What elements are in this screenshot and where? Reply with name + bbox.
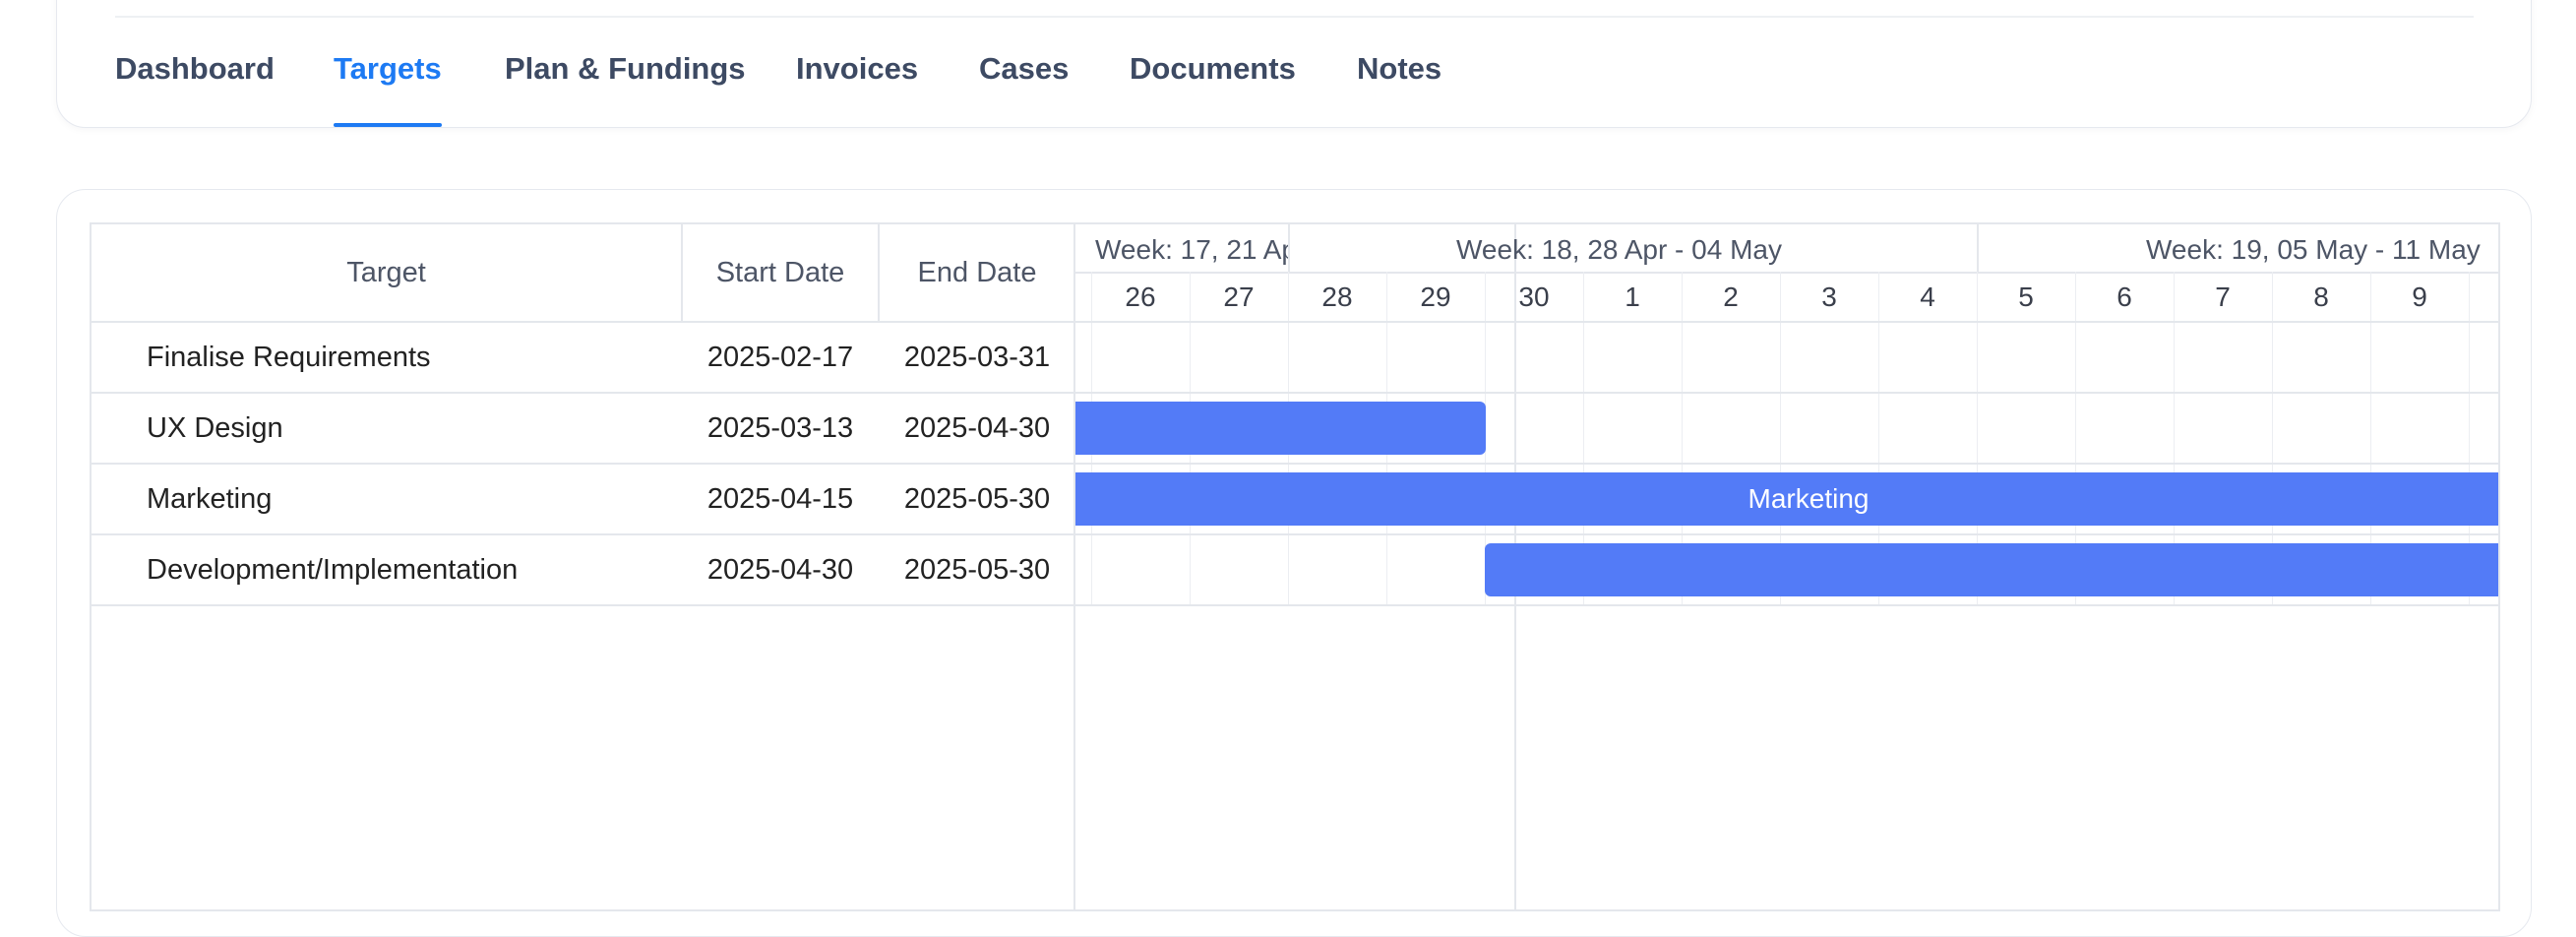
gantt-bar-development[interactable] xyxy=(1485,543,2498,596)
day-label: 9 xyxy=(2412,281,2427,312)
week-divider xyxy=(1288,224,1290,272)
day-label: 26 xyxy=(1125,281,1156,312)
row-start-date: 2025-02-17 xyxy=(706,341,854,373)
day-label: 7 xyxy=(2215,281,2231,312)
day-label: 29 xyxy=(1420,281,1451,312)
timeline-row-divider xyxy=(1075,392,2498,394)
week-label: Week: 18, 28 Apr - 04 May xyxy=(1456,234,1782,265)
timeline-row-divider xyxy=(1075,533,2498,535)
timeline-row-divider xyxy=(1075,604,2498,606)
day-label: 2 xyxy=(1723,281,1739,312)
day-label: 6 xyxy=(2116,281,2132,312)
active-tab-indicator xyxy=(334,123,442,127)
timeline-row-divider xyxy=(1075,321,2498,323)
day-label: 8 xyxy=(2313,281,2329,312)
day-label: 3 xyxy=(1821,281,1837,312)
day-label: 5 xyxy=(2018,281,2034,312)
day-label: 30 xyxy=(1518,281,1550,312)
week-label: Week: 19, 05 May - 11 May xyxy=(2146,234,2481,265)
row-start-date: 2025-04-30 xyxy=(706,553,854,586)
tab-cases[interactable]: Cases xyxy=(979,51,1069,87)
day-label: 28 xyxy=(1321,281,1353,312)
row-end-date: 2025-05-30 xyxy=(903,482,1051,515)
gantt-bar-marketing[interactable]: Marketing xyxy=(1075,472,2498,526)
row-target-name[interactable]: Development/Implementation xyxy=(147,535,518,604)
column-header-start-date[interactable]: Start Date xyxy=(683,224,878,321)
gantt-bar-ux-design[interactable] xyxy=(1075,402,1486,455)
row-end-date: 2025-04-30 xyxy=(903,411,1051,444)
column-header-end-date[interactable]: End Date xyxy=(880,224,1074,321)
row-target-name[interactable]: UX Design xyxy=(147,394,283,463)
timeline-week-divider xyxy=(1075,272,2498,274)
tabs-divider xyxy=(115,16,2474,18)
tab-dashboard[interactable]: Dashboard xyxy=(115,51,275,87)
tab-plan-fundings[interactable]: Plan & Fundings xyxy=(505,51,746,87)
week-label: Week: 17, 21 Ap xyxy=(1095,234,1288,265)
day-label: 1 xyxy=(1625,281,1640,312)
tab-invoices[interactable]: Invoices xyxy=(796,51,918,87)
tab-targets[interactable]: Targets xyxy=(334,51,442,87)
week-divider xyxy=(1977,224,1979,272)
tab-documents[interactable]: Documents xyxy=(1130,51,1296,87)
row-target-name[interactable]: Finalise Requirements xyxy=(147,323,431,392)
day-label: 4 xyxy=(1920,281,1935,312)
timeline-row-divider xyxy=(1075,463,2498,465)
row-target-name[interactable]: Marketing xyxy=(147,465,272,533)
tab-notes[interactable]: Notes xyxy=(1357,51,1441,87)
row-end-date: 2025-05-30 xyxy=(903,553,1051,586)
gantt-timeline: Week: 17, 21 Ap Week: 18, 28 Apr - 04 Ma… xyxy=(1073,222,2500,911)
column-header-target[interactable]: Target xyxy=(92,224,681,321)
row-start-date: 2025-03-13 xyxy=(706,411,854,444)
row-start-date: 2025-04-15 xyxy=(706,482,854,515)
row-end-date: 2025-03-31 xyxy=(903,341,1051,373)
day-label: 27 xyxy=(1223,281,1255,312)
